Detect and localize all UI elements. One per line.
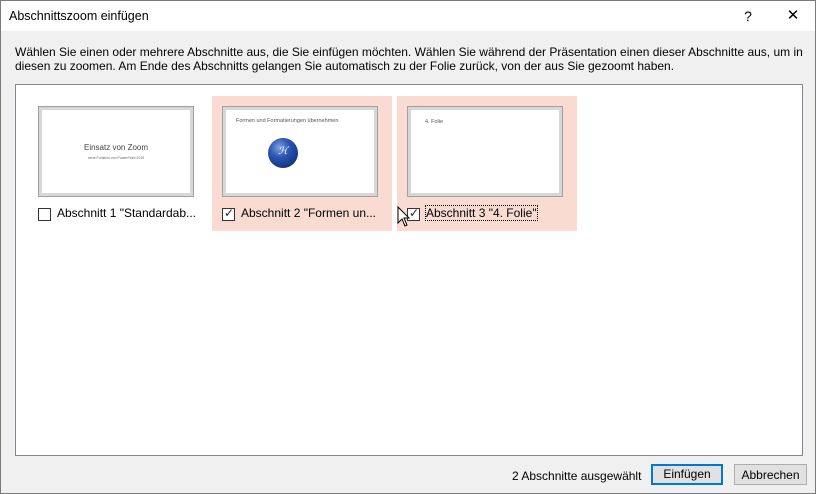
section-2-checkbox[interactable]: ✓ <box>222 206 235 221</box>
thumbnail-title: Einsatz von Zoom <box>83 143 149 152</box>
dialog-title: Abschnittszoom einfügen <box>9 9 149 23</box>
insert-section-zoom-dialog: Abschnittszoom einfügen ? ✕ Wählen Sie e… <box>0 0 816 494</box>
close-button[interactable]: ✕ <box>779 5 807 27</box>
sphere-logo-icon: ℋ <box>268 138 298 168</box>
thumbnail-title: 4. Folie <box>425 119 444 125</box>
section-list[interactable]: Einsatz von Zoom neue Funktion von Power… <box>15 84 803 456</box>
section-item-3[interactable]: 4. Folie ✓ Abschnitt 3 "4. Folie" <box>397 96 577 231</box>
help-button[interactable]: ? <box>734 5 762 27</box>
section-1-checkbox[interactable] <box>38 208 51 221</box>
section-3-label[interactable]: Abschnitt 3 "4. Folie" <box>425 205 538 221</box>
section-2-thumbnail[interactable]: Formen und Formatierungen übernehmen ℋ <box>222 106 378 197</box>
logo-glyph: ℋ <box>278 146 288 157</box>
cancel-button[interactable]: Abbrechen <box>734 464 807 485</box>
selection-status: 2 Abschnitte ausgewählt <box>512 469 642 483</box>
mouse-pointer-icon <box>397 206 411 227</box>
insert-button[interactable]: Einfügen <box>651 464 723 485</box>
section-3-thumbnail[interactable]: 4. Folie <box>407 106 563 197</box>
instruction-text: Wählen Sie einen oder mehrere Abschnitte… <box>15 45 803 73</box>
section-item-1[interactable]: Einsatz von Zoom neue Funktion von Power… <box>28 96 208 231</box>
section-1-thumbnail[interactable]: Einsatz von Zoom neue Funktion von Power… <box>38 106 194 197</box>
section-1-label[interactable]: Abschnitt 1 "Standardab... <box>57 206 196 220</box>
section-2-label[interactable]: Abschnitt 2 "Formen un... <box>241 206 376 220</box>
section-item-2[interactable]: Formen und Formatierungen übernehmen ℋ ✓… <box>212 96 392 231</box>
thumbnail-subtitle: neue Funktion von PowerPoint 2019 <box>87 156 145 160</box>
thumbnail-title: Formen und Formatierungen übernehmen <box>236 118 339 124</box>
title-bar[interactable]: Abschnittszoom einfügen ? ✕ <box>1 1 815 31</box>
checkmark-icon: ✓ <box>224 206 235 220</box>
